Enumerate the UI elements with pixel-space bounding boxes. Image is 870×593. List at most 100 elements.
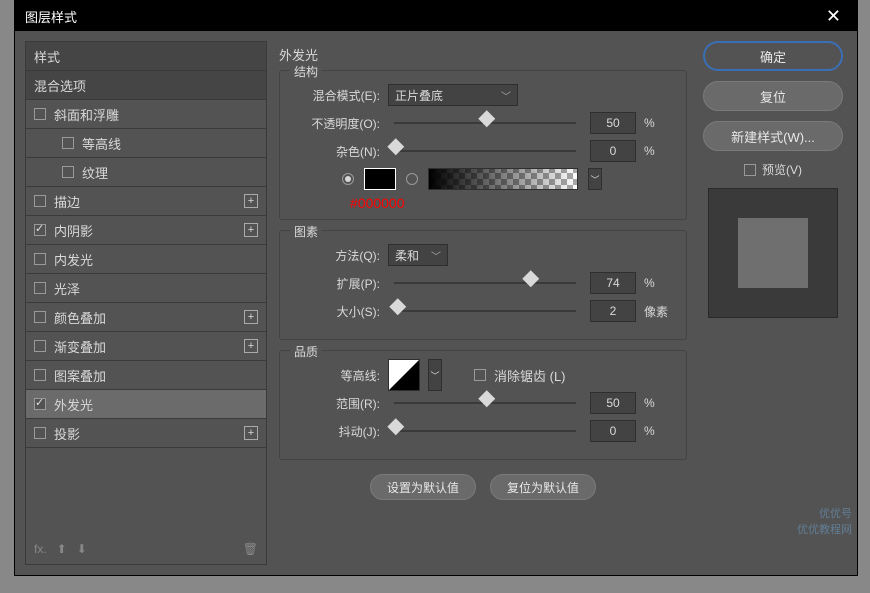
checkbox-icon[interactable] [34,195,46,207]
hex-annotation: #000000 [350,195,674,211]
close-icon[interactable]: ✕ [820,6,847,27]
default-buttons-row: 设置为默认值 复位为默认值 [279,474,687,500]
range-label: 范围(R): [292,395,380,412]
sidebar-item-pattern-overlay[interactable]: 图案叠加 [26,361,266,390]
quality-group: 品质 等高线: ﹀ 消除锯齿 (L) 范围(R): % 抖动(J): [279,350,687,460]
checkbox-icon[interactable] [34,108,46,120]
sidebar-item-inner-shadow[interactable]: 内阴影+ [26,216,266,245]
gradient-radio[interactable] [406,173,418,185]
sidebar-item-gradient-overlay[interactable]: 渐变叠加+ [26,332,266,361]
sidebar-item-color-overlay[interactable]: 颜色叠加+ [26,303,266,332]
contour-label: 等高线: [292,367,380,384]
gradient-dropdown-arrow[interactable]: ﹀ [588,168,602,190]
jitter-slider[interactable] [394,430,576,432]
elements-group: 图素 方法(Q): 柔和﹀ 扩展(P): % 大小(S): 像素 [279,230,687,340]
layer-style-dialog: 图层样式 ✕ 样式 混合选项 斜面和浮雕 等高线 纹理 描边+ 内阴影+ 内发光… [14,0,858,576]
opacity-input[interactable] [590,112,636,134]
sidebar-header-styles[interactable]: 样式 [26,42,266,71]
checkbox-icon[interactable] [34,427,46,439]
slider-thumb-icon[interactable] [478,110,495,127]
titlebar: 图层样式 ✕ [15,1,857,31]
checkbox-icon[interactable] [62,137,74,149]
noise-label: 杂色(N): [292,143,380,160]
new-style-button[interactable]: 新建样式(W)... [703,121,843,151]
main-panel: 外发光 结构 混合模式(E): 正片叠底﹀ 不透明度(O): % 杂色(N): [279,41,687,565]
sidebar-item-texture[interactable]: 纹理 [26,158,266,187]
preview-box [708,188,838,318]
sidebar-item-bevel[interactable]: 斜面和浮雕 [26,100,266,129]
color-radio[interactable] [342,173,354,185]
structure-legend: 结构 [290,63,322,80]
checkbox-icon[interactable] [744,164,756,176]
checkbox-icon[interactable] [34,398,46,410]
make-default-button[interactable]: 设置为默认值 [370,474,476,500]
ok-button[interactable]: 确定 [703,41,843,71]
antialias-label: 消除锯齿 (L) [494,366,566,385]
main-title: 外发光 [279,41,687,70]
elements-legend: 图素 [290,223,322,240]
antialias-checkbox[interactable] [474,369,486,381]
gradient-swatch[interactable] [428,168,578,190]
checkbox-icon[interactable] [62,166,74,178]
slider-thumb-icon[interactable] [522,270,539,287]
checkbox-icon[interactable] [34,369,46,381]
slider-thumb-icon[interactable] [389,298,406,315]
sidebar-header-blend[interactable]: 混合选项 [26,71,266,100]
sidebar-item-drop-shadow[interactable]: 投影+ [26,419,266,448]
plus-icon[interactable]: + [244,339,258,353]
noise-input[interactable] [590,140,636,162]
checkbox-icon[interactable] [34,282,46,294]
slider-thumb-icon[interactable] [387,138,404,155]
dialog-body: 样式 混合选项 斜面和浮雕 等高线 纹理 描边+ 内阴影+ 内发光 光泽 颜色叠… [15,31,857,575]
contour-swatch[interactable] [388,359,420,391]
sidebar-item-outer-glow[interactable]: 外发光 [26,390,266,419]
opacity-slider[interactable] [394,122,576,124]
arrow-up-icon[interactable]: ⬆ [57,542,67,556]
styles-sidebar: 样式 混合选项 斜面和浮雕 等高线 纹理 描边+ 内阴影+ 内发光 光泽 颜色叠… [25,41,267,565]
sidebar-item-inner-glow[interactable]: 内发光 [26,245,266,274]
checkbox-icon[interactable] [34,253,46,265]
jitter-label: 抖动(J): [292,423,380,440]
reset-default-button[interactable]: 复位为默认值 [490,474,596,500]
preview-swatch [738,218,808,288]
noise-slider[interactable] [394,150,576,152]
method-label: 方法(Q): [292,247,380,264]
sidebar-item-satin[interactable]: 光泽 [26,274,266,303]
cancel-button[interactable]: 复位 [703,81,843,111]
checkbox-icon[interactable] [34,311,46,323]
structure-group: 结构 混合模式(E): 正片叠底﹀ 不透明度(O): % 杂色(N): % [279,70,687,220]
plus-icon[interactable]: + [244,426,258,440]
trash-icon[interactable]: 🗑 [243,542,258,556]
color-swatch[interactable] [364,168,396,190]
chevron-down-icon: ﹀ [431,248,441,263]
size-slider[interactable] [394,310,576,312]
blend-mode-dropdown[interactable]: 正片叠底﹀ [388,84,518,106]
opacity-label: 不透明度(O): [292,115,380,132]
slider-thumb-icon[interactable] [387,418,404,435]
spread-input[interactable] [590,272,636,294]
jitter-input[interactable] [590,420,636,442]
range-input[interactable] [590,392,636,414]
fx-menu[interactable]: fx. [34,542,47,556]
dialog-title: 图层样式 [25,7,77,26]
sidebar-item-stroke[interactable]: 描边+ [26,187,266,216]
arrow-down-icon[interactable]: ⬇ [77,542,87,556]
contour-dropdown-arrow[interactable]: ﹀ [428,359,442,391]
chevron-down-icon: ﹀ [501,88,511,103]
size-label: 大小(S): [292,303,380,320]
checkbox-icon[interactable] [34,340,46,352]
sidebar-footer: fx. ⬆ ⬇ 🗑 [26,534,266,564]
plus-icon[interactable]: + [244,223,258,237]
plus-icon[interactable]: + [244,310,258,324]
method-dropdown[interactable]: 柔和﹀ [388,244,448,266]
plus-icon[interactable]: + [244,194,258,208]
spread-slider[interactable] [394,282,576,284]
preview-toggle[interactable]: 预览(V) [744,161,802,178]
spread-label: 扩展(P): [292,275,380,292]
range-slider[interactable] [394,402,576,404]
checkbox-icon[interactable] [34,224,46,236]
size-input[interactable] [590,300,636,322]
slider-thumb-icon[interactable] [478,390,495,407]
sidebar-item-contour[interactable]: 等高线 [26,129,266,158]
quality-legend: 品质 [290,343,322,360]
